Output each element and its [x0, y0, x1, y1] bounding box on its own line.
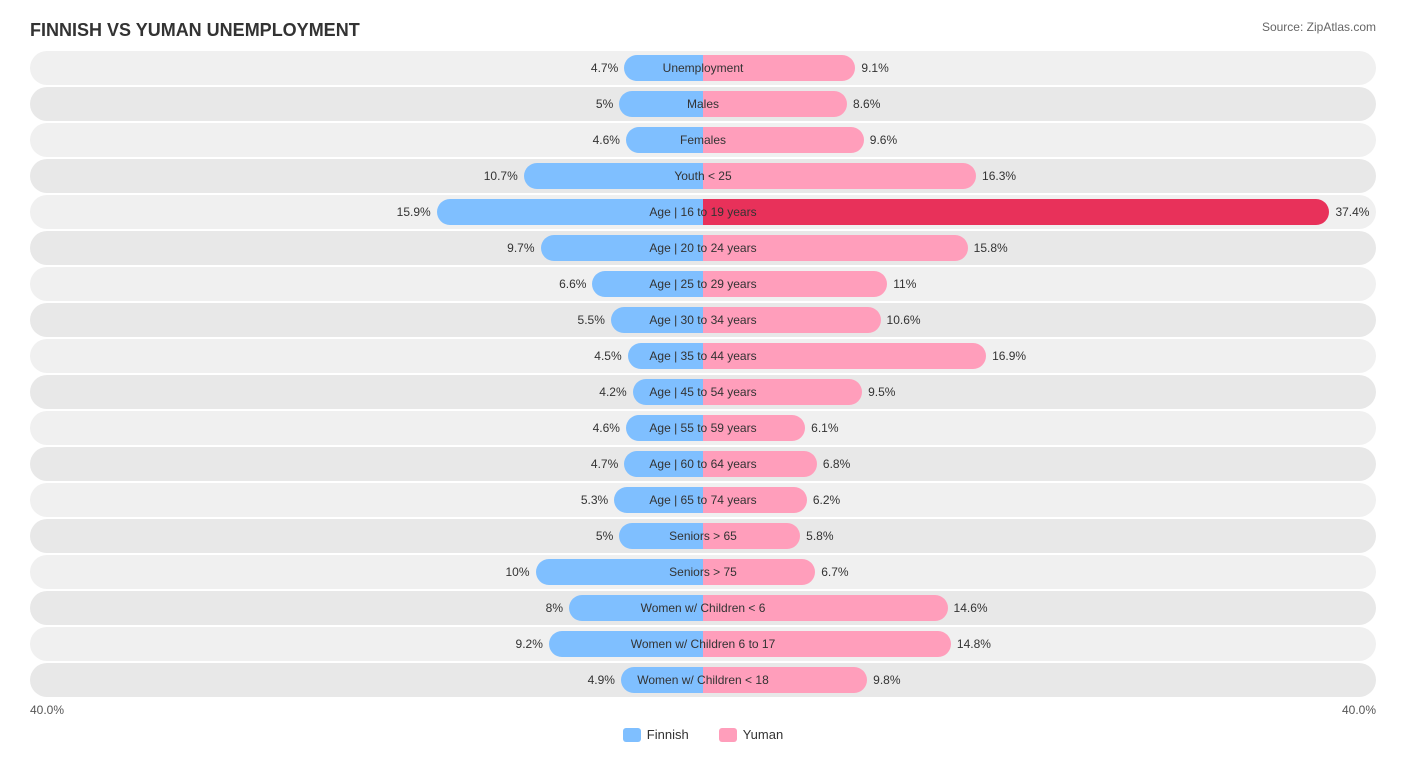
chart-area: 4.7% 9.1% Unemployment 5% 8.6% Males 4.6% 9.6% F… — [30, 51, 1376, 697]
right-value-label: 37.4% — [1335, 205, 1369, 219]
legend-label-yuman: Yuman — [743, 727, 783, 742]
legend-item-yuman: Yuman — [719, 727, 783, 742]
right-value-label: 9.5% — [868, 385, 895, 399]
left-value-label: 4.2% — [599, 385, 626, 399]
legend-swatch-finnish — [623, 728, 641, 742]
bar-label: Women w/ Children 6 to 17 — [631, 637, 776, 651]
right-value-label: 6.7% — [821, 565, 848, 579]
bar-label: Females — [680, 133, 726, 147]
right-value-label: 9.8% — [873, 673, 900, 687]
left-value-label: 5% — [596, 529, 613, 543]
right-value-label: 6.8% — [823, 457, 850, 471]
axis-row: 40.0% 40.0% — [30, 703, 1376, 717]
bar-row: 6.6% 11% Age | 25 to 29 years — [30, 267, 1376, 301]
right-value-label: 14.6% — [954, 601, 988, 615]
legend-item-finnish: Finnish — [623, 727, 689, 742]
left-value-label: 5.5% — [578, 313, 605, 327]
left-value-label: 4.7% — [591, 61, 618, 75]
bar-row: 5% 5.8% Seniors > 65 — [30, 519, 1376, 553]
bar-right — [703, 163, 976, 189]
bar-row: 9.7% 15.8% Age | 20 to 24 years — [30, 231, 1376, 265]
chart-container: FINNISH VS YUMAN UNEMPLOYMENT Source: Zi… — [0, 0, 1406, 762]
bar-right — [703, 91, 847, 117]
bar-row: 5.5% 10.6% Age | 30 to 34 years — [30, 303, 1376, 337]
legend: Finnish Yuman — [30, 727, 1376, 742]
axis-right: 40.0% — [1342, 703, 1376, 717]
bar-row: 10.7% 16.3% Youth < 25 — [30, 159, 1376, 193]
bar-row: 8% 14.6% Women w/ Children < 6 — [30, 591, 1376, 625]
bar-row: 5% 8.6% Males — [30, 87, 1376, 121]
chart-header: FINNISH VS YUMAN UNEMPLOYMENT Source: Zi… — [30, 20, 1376, 41]
left-value-label: 10.7% — [484, 169, 518, 183]
left-value-label: 4.9% — [588, 673, 615, 687]
right-value-label: 6.2% — [813, 493, 840, 507]
right-value-label: 9.1% — [861, 61, 888, 75]
left-value-label: 9.2% — [516, 637, 543, 651]
right-value-label: 6.1% — [811, 421, 838, 435]
left-value-label: 6.6% — [559, 277, 586, 291]
axis-left: 40.0% — [30, 703, 64, 717]
bar-label: Age | 35 to 44 years — [649, 349, 756, 363]
bar-label: Age | 16 to 19 years — [649, 205, 756, 219]
bar-row: 4.7% 9.1% Unemployment — [30, 51, 1376, 85]
right-value-label: 16.9% — [992, 349, 1026, 363]
right-value-label: 9.6% — [870, 133, 897, 147]
bar-label: Age | 60 to 64 years — [649, 457, 756, 471]
bar-label: Seniors > 65 — [669, 529, 737, 543]
left-value-label: 4.6% — [593, 133, 620, 147]
bar-row: 9.2% 14.8% Women w/ Children 6 to 17 — [30, 627, 1376, 661]
left-value-label: 15.9% — [397, 205, 431, 219]
legend-swatch-yuman — [719, 728, 737, 742]
left-value-label: 10% — [505, 565, 529, 579]
left-value-label: 4.5% — [594, 349, 621, 363]
bar-label: Women w/ Children < 6 — [641, 601, 766, 615]
left-value-label: 4.7% — [591, 457, 618, 471]
bar-right — [703, 199, 1329, 225]
legend-label-finnish: Finnish — [647, 727, 689, 742]
bar-label: Age | 30 to 34 years — [649, 313, 756, 327]
bar-label: Youth < 25 — [674, 169, 731, 183]
left-value-label: 4.6% — [593, 421, 620, 435]
bar-label: Unemployment — [663, 61, 744, 75]
bar-label: Age | 65 to 74 years — [649, 493, 756, 507]
bar-row: 10% 6.7% Seniors > 75 — [30, 555, 1376, 589]
right-value-label: 15.8% — [974, 241, 1008, 255]
right-value-label: 11% — [893, 277, 916, 291]
bar-row: 15.9% 37.4% Age | 16 to 19 years — [30, 195, 1376, 229]
bar-label: Age | 55 to 59 years — [649, 421, 756, 435]
right-value-label: 14.8% — [957, 637, 991, 651]
bar-label: Males — [687, 97, 719, 111]
chart-title: FINNISH VS YUMAN UNEMPLOYMENT — [30, 20, 360, 41]
bar-row: 4.2% 9.5% Age | 45 to 54 years — [30, 375, 1376, 409]
bar-label: Age | 20 to 24 years — [649, 241, 756, 255]
bar-row: 4.6% 9.6% Females — [30, 123, 1376, 157]
bar-label: Age | 45 to 54 years — [649, 385, 756, 399]
bar-label: Age | 25 to 29 years — [649, 277, 756, 291]
bar-row: 4.5% 16.9% Age | 35 to 44 years — [30, 339, 1376, 373]
chart-source: Source: ZipAtlas.com — [1262, 20, 1376, 34]
bar-label: Women w/ Children < 18 — [637, 673, 769, 687]
right-value-label: 5.8% — [806, 529, 833, 543]
bar-row: 4.6% 6.1% Age | 55 to 59 years — [30, 411, 1376, 445]
right-value-label: 10.6% — [887, 313, 921, 327]
bar-row: 5.3% 6.2% Age | 65 to 74 years — [30, 483, 1376, 517]
right-value-label: 16.3% — [982, 169, 1016, 183]
bar-right — [703, 127, 864, 153]
bar-row: 4.9% 9.8% Women w/ Children < 18 — [30, 663, 1376, 697]
left-value-label: 8% — [546, 601, 563, 615]
bar-label: Seniors > 75 — [669, 565, 737, 579]
left-value-label: 5.3% — [581, 493, 608, 507]
left-value-label: 9.7% — [507, 241, 534, 255]
bar-row: 4.7% 6.8% Age | 60 to 64 years — [30, 447, 1376, 481]
right-value-label: 8.6% — [853, 97, 880, 111]
left-value-label: 5% — [596, 97, 613, 111]
